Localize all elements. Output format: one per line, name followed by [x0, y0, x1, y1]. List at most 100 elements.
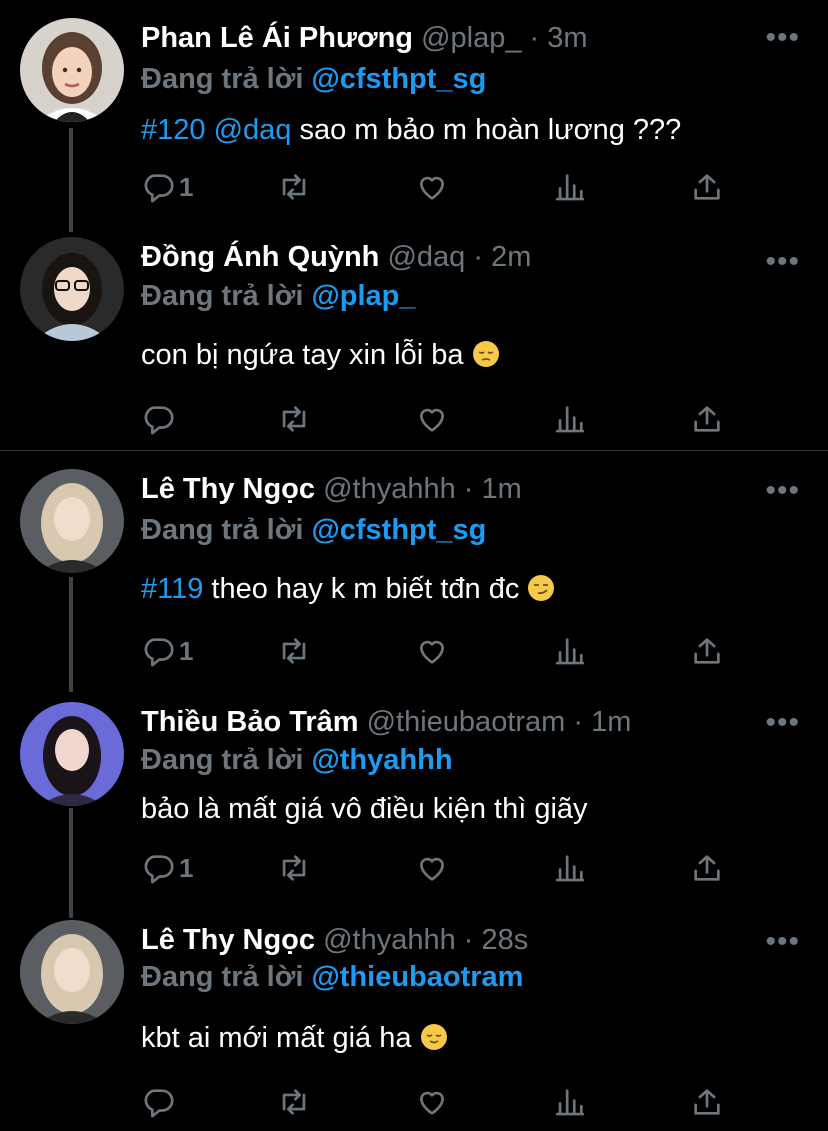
- user-handle[interactable]: @thyahhh: [323, 473, 456, 505]
- analytics-button[interactable]: [553, 1082, 587, 1122]
- timestamp[interactable]: 28s: [482, 924, 529, 956]
- analytics-button[interactable]: [553, 167, 587, 207]
- more-options-icon[interactable]: •••: [765, 927, 800, 957]
- analytics-icon: [555, 174, 585, 201]
- share-button[interactable]: [690, 167, 724, 207]
- replying-to-link[interactable]: @plap_: [311, 280, 415, 312]
- share-button[interactable]: [690, 1082, 724, 1122]
- replying-to-link[interactable]: @thyahhh: [311, 744, 452, 776]
- reply-icon: [144, 1089, 174, 1118]
- separator-dot: ·: [455, 473, 482, 505]
- retweet-icon: [282, 1089, 306, 1115]
- timestamp[interactable]: 1m: [482, 473, 522, 505]
- tweet[interactable]: Lê Thy Ngọc @thyahhh · 28s Đang trả lời …: [0, 916, 828, 1131]
- avatar[interactable]: [20, 702, 124, 806]
- reply-button[interactable]: 1: [141, 631, 193, 671]
- retweet-icon: [282, 174, 306, 200]
- mention-link[interactable]: @daq: [214, 114, 292, 146]
- more-options-icon[interactable]: •••: [765, 708, 800, 738]
- avatar-image: [20, 702, 124, 806]
- replying-to-link[interactable]: @thieubaotram: [311, 961, 523, 993]
- tweet[interactable]: Đồng Ánh Quỳnh @daq · 2m Đang trả lời @p…: [0, 232, 828, 450]
- like-button[interactable]: [415, 1082, 449, 1122]
- tweet-actions: 1: [0, 631, 828, 671]
- retweet-button[interactable]: [277, 167, 311, 207]
- tweet-header: Phan Lê Ái Phương @plap_ · 3m: [141, 18, 808, 58]
- heart-icon: [420, 857, 444, 881]
- tweet[interactable]: Phan Lê Ái Phương @plap_ · 3m Đang trả l…: [0, 0, 828, 232]
- analytics-button[interactable]: [553, 631, 587, 671]
- tweet-header: Thiều Bảo Trâm @thieubaotram · 1m: [141, 702, 808, 742]
- heart-icon: [420, 408, 444, 432]
- hashtag-link[interactable]: #120: [141, 114, 206, 146]
- retweet-icon: [282, 406, 306, 432]
- tweet-body: kbt ai mới mất giá ha: [141, 1022, 412, 1054]
- avatar[interactable]: [20, 469, 124, 573]
- analytics-icon: [555, 638, 585, 665]
- display-name[interactable]: Phan Lê Ái Phương: [141, 22, 413, 54]
- tweet[interactable]: Lê Thy Ngọc @thyahhh · 1m Đang trả lời @…: [0, 451, 828, 687]
- user-handle[interactable]: @daq: [387, 241, 465, 273]
- tweet-text: kbt ai mới mất giá ha: [141, 1018, 808, 1058]
- replying-to-prefix: Đang trả lời: [141, 744, 304, 776]
- share-icon: [694, 174, 720, 200]
- avatar[interactable]: [20, 920, 124, 1024]
- display-name[interactable]: Đồng Ánh Quỳnh: [141, 241, 379, 273]
- reply-icon: [144, 855, 174, 884]
- reply-icon: [144, 174, 174, 203]
- avatar[interactable]: [20, 18, 124, 122]
- replying-to: Đang trả lời @plap_: [141, 276, 808, 316]
- replying-to: Đang trả lời @thieubaotram: [141, 957, 808, 997]
- replying-to-prefix: Đang trả lời: [141, 961, 304, 993]
- replying-to-link[interactable]: @cfsthpt_sg: [311, 514, 486, 546]
- analytics-button[interactable]: [553, 399, 587, 439]
- share-button[interactable]: [690, 848, 724, 888]
- timestamp[interactable]: 1m: [591, 706, 631, 738]
- retweet-button[interactable]: [277, 1082, 311, 1122]
- avatar-image: [20, 920, 124, 1024]
- reply-button[interactable]: 1: [141, 167, 193, 207]
- separator-dot: ·: [465, 241, 492, 273]
- replying-to-link[interactable]: @cfsthpt_sg: [311, 63, 486, 95]
- share-button[interactable]: [690, 631, 724, 671]
- reply-count: 1: [179, 852, 194, 883]
- retweet-button[interactable]: [277, 631, 311, 671]
- retweet-button[interactable]: [277, 399, 311, 439]
- tweet[interactable]: Thiều Bảo Trâm @thieubaotram · 1m Đang t…: [0, 687, 828, 916]
- hashtag-link[interactable]: #119: [141, 573, 203, 605]
- reply-button[interactable]: [141, 1082, 179, 1122]
- reply-count: 1: [179, 171, 194, 202]
- reply-button[interactable]: [141, 399, 179, 439]
- replying-to: Đang trả lời @thyahhh: [141, 740, 808, 780]
- display-name[interactable]: Lê Thy Ngọc: [141, 924, 315, 956]
- like-button[interactable]: [415, 631, 449, 671]
- timestamp[interactable]: 3m: [547, 22, 587, 54]
- timestamp[interactable]: 2m: [491, 241, 531, 273]
- more-options-icon[interactable]: •••: [765, 23, 800, 53]
- retweet-button[interactable]: [277, 848, 311, 888]
- heart-icon: [420, 1091, 444, 1115]
- analytics-icon: [555, 1089, 585, 1116]
- share-button[interactable]: [690, 399, 724, 439]
- more-options-icon[interactable]: •••: [765, 247, 800, 277]
- replying-to: Đang trả lời @cfsthpt_sg: [141, 510, 808, 550]
- display-name[interactable]: Thiều Bảo Trâm: [141, 706, 359, 738]
- more-options-icon[interactable]: •••: [765, 476, 800, 506]
- smirking-face-emoji: [528, 575, 555, 601]
- user-handle[interactable]: @thieubaotram: [367, 706, 566, 738]
- display-name[interactable]: Lê Thy Ngọc: [141, 473, 315, 505]
- user-handle[interactable]: @thyahhh: [323, 924, 456, 956]
- reply-icon: [144, 638, 174, 667]
- replying-to-prefix: Đang trả lời: [141, 280, 304, 312]
- like-button[interactable]: [415, 399, 449, 439]
- share-icon: [694, 638, 720, 664]
- reply-button[interactable]: 1: [141, 848, 193, 888]
- like-button[interactable]: [415, 848, 449, 888]
- replying-to-prefix: Đang trả lời: [141, 514, 304, 546]
- user-handle[interactable]: @plap_: [421, 22, 521, 54]
- tweet-body: sao m bảo m hoàn lương ???: [291, 114, 682, 146]
- avatar-image: [20, 18, 124, 122]
- analytics-button[interactable]: [553, 848, 587, 888]
- avatar[interactable]: [20, 237, 124, 341]
- like-button[interactable]: [415, 167, 449, 207]
